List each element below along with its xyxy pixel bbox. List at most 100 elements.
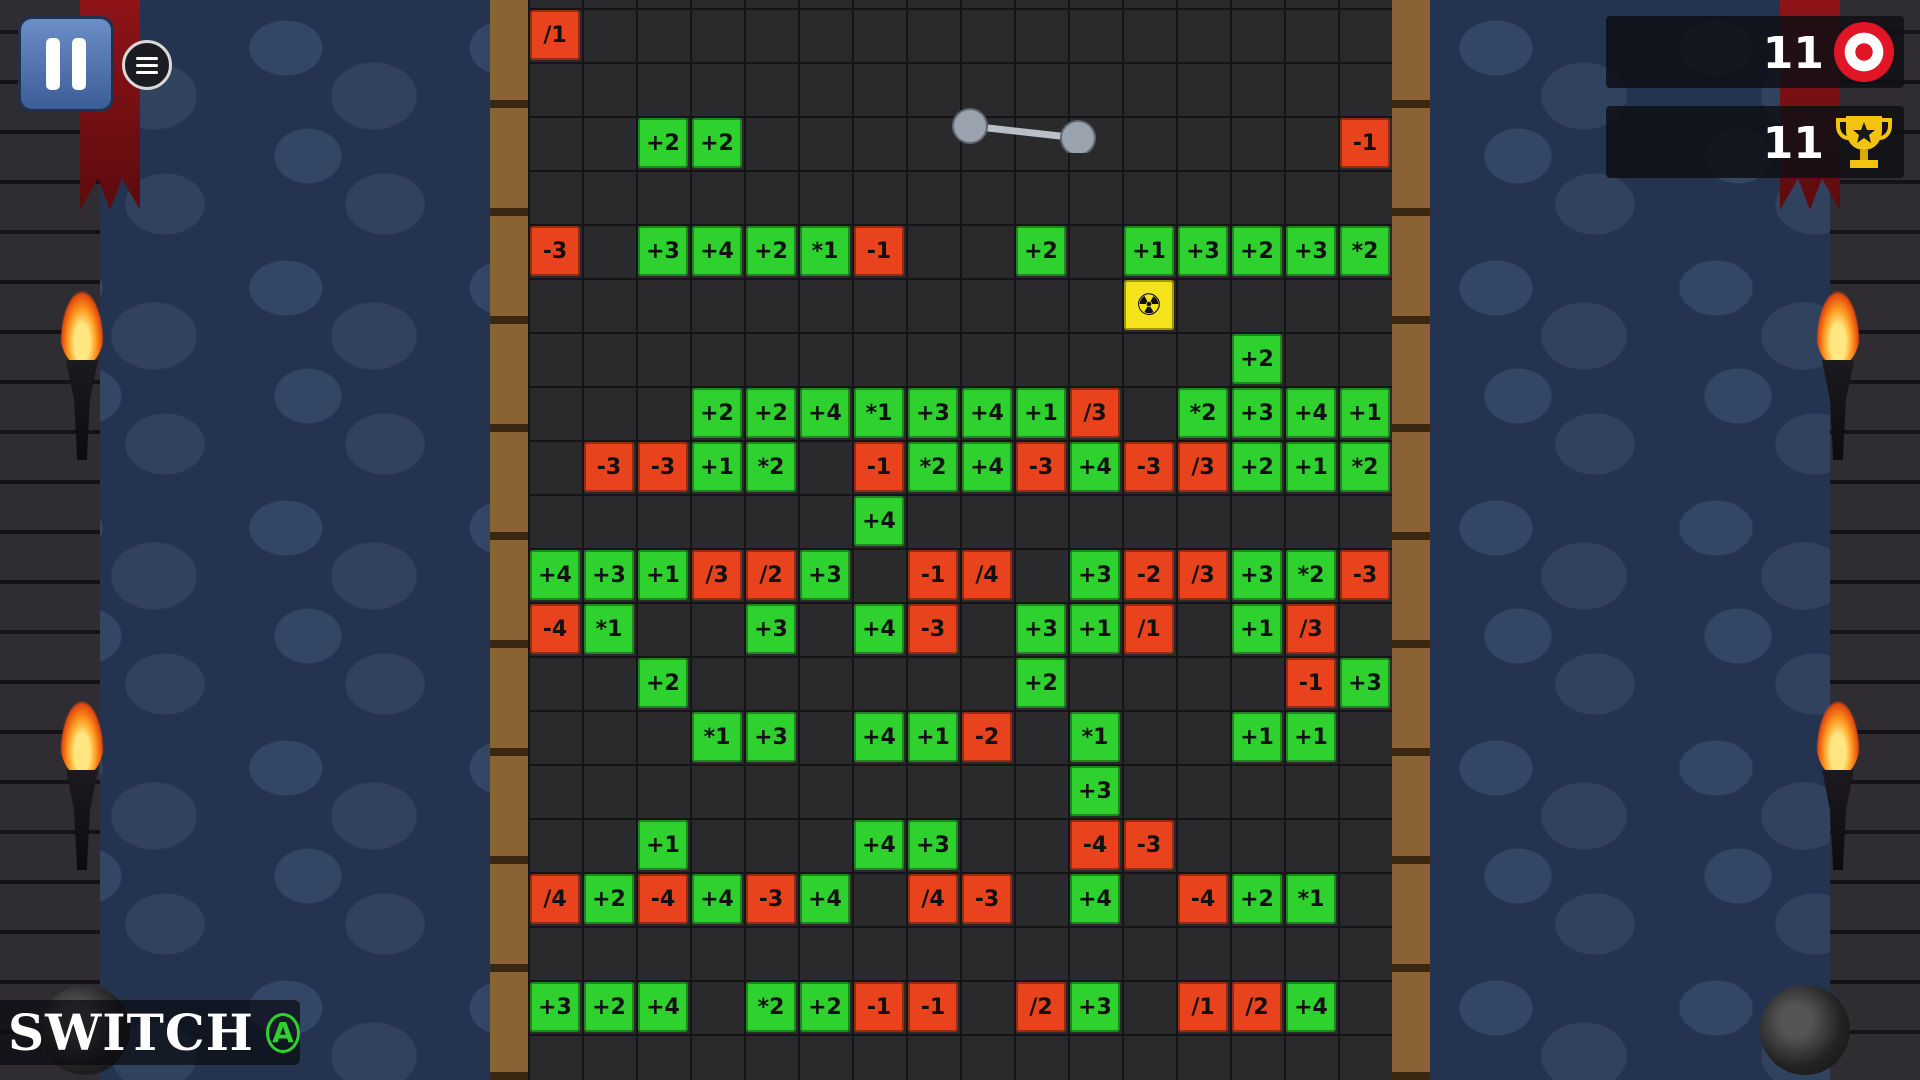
switch-control[interactable]: SWITCH A	[0, 1000, 300, 1065]
wood-pillar-left	[490, 0, 528, 1080]
bonus-tile: +1	[908, 712, 958, 762]
bonus-tile: +4	[962, 388, 1012, 438]
a-button-icon: A	[265, 1012, 300, 1053]
penalty-tile: -1	[1286, 658, 1336, 708]
bonus-tile: +4	[1286, 982, 1336, 1032]
penalty-tile: -3	[1124, 820, 1174, 870]
hamburger-icon	[136, 56, 158, 60]
penalty-tile: -3	[1340, 550, 1390, 600]
penalty-tile: /4	[908, 874, 958, 924]
penalty-tile: -4	[1178, 874, 1228, 924]
bonus-tile: +1	[1070, 604, 1120, 654]
bonus-tile: +1	[1340, 388, 1390, 438]
bonus-tile: +3	[1340, 658, 1390, 708]
trophy-icon	[1836, 116, 1892, 168]
bonus-tile: +3	[1286, 226, 1336, 276]
bonus-tile: +1	[638, 820, 688, 870]
bonus-tile: +4	[854, 604, 904, 654]
bonus-tile: +4	[1070, 442, 1120, 492]
game-board[interactable]: /1 +2 +2 -1 -3 +3 +4 +2 *1 -1 +2 +1 +3 +2 +3 *2 ☢ +2 +2 +2 +…	[528, 0, 1392, 1080]
bonus-tile: +2	[584, 874, 634, 924]
bonus-tile: +3	[638, 226, 688, 276]
penalty-tile: /3	[1178, 442, 1228, 492]
bonus-tile: *1	[854, 388, 904, 438]
torch-icon	[52, 700, 112, 870]
bonus-tile: +2	[692, 118, 742, 168]
bonus-tile: +3	[908, 388, 958, 438]
penalty-tile: /1	[530, 10, 580, 60]
bonus-tile: +2	[746, 226, 796, 276]
penalty-tile: -4	[1070, 820, 1120, 870]
bonus-tile: +2	[638, 658, 688, 708]
penalty-tile: -3	[1016, 442, 1066, 492]
bonus-tile: +4	[638, 982, 688, 1032]
bonus-tile: +2	[746, 388, 796, 438]
bonus-tile: +4	[854, 712, 904, 762]
bonus-tile: +1	[1286, 712, 1336, 762]
bonus-tile: +1	[1124, 226, 1174, 276]
bonus-tile: +3	[1016, 604, 1066, 654]
penalty-tile: -3	[746, 874, 796, 924]
penalty-tile: -3	[962, 874, 1012, 924]
radiation-hazard-tile: ☢	[1124, 280, 1174, 330]
best-score-value: 11	[1762, 118, 1824, 169]
bonus-tile: +2	[638, 118, 688, 168]
penalty-tile: -1	[854, 442, 904, 492]
penalty-tile: /3	[692, 550, 742, 600]
penalty-tile: /4	[530, 874, 580, 924]
penalty-tile: -3	[1124, 442, 1174, 492]
penalty-tile: -4	[638, 874, 688, 924]
bonus-tile: *2	[746, 442, 796, 492]
bonus-tile: +4	[692, 226, 742, 276]
penalty-tile: -2	[1124, 550, 1174, 600]
target-score-value: 11	[1762, 28, 1824, 79]
bonus-tile: +1	[1286, 442, 1336, 492]
bonus-tile: +3	[746, 712, 796, 762]
bonus-tile: *2	[908, 442, 958, 492]
penalty-tile: /3	[1070, 388, 1120, 438]
bonus-tile: +4	[530, 550, 580, 600]
penalty-tile: -3	[638, 442, 688, 492]
bonus-tile: +2	[1016, 226, 1066, 276]
bonus-tile: *1	[800, 226, 850, 276]
penalty-tile: /2	[1016, 982, 1066, 1032]
bonus-tile: +3	[1178, 226, 1228, 276]
bonus-tile: +3	[800, 550, 850, 600]
bonus-tile: +3	[746, 604, 796, 654]
bonus-tile: +1	[692, 442, 742, 492]
penalty-tile: /2	[1232, 982, 1282, 1032]
bonus-tile: +2	[1232, 334, 1282, 384]
bonus-tile: +2	[1016, 658, 1066, 708]
bonus-tile: +2	[1232, 874, 1282, 924]
wood-pillar-right	[1392, 0, 1430, 1080]
bonus-tile: +3	[1070, 550, 1120, 600]
bonus-tile: *2	[1340, 226, 1390, 276]
penalty-tile: /1	[1124, 604, 1174, 654]
menu-button[interactable]	[122, 40, 172, 90]
pause-button[interactable]	[18, 16, 114, 112]
penalty-tile: -2	[962, 712, 1012, 762]
penalty-tile: /2	[746, 550, 796, 600]
bonus-tile: +2	[800, 982, 850, 1032]
pause-icon	[46, 38, 60, 90]
best-score-panel: 11	[1606, 106, 1904, 178]
bonus-tile: +1	[638, 550, 688, 600]
spiked-barbell-icon	[952, 108, 1096, 153]
bonus-tile: +2	[584, 982, 634, 1032]
bonus-tile: +4	[854, 496, 904, 546]
bonus-tile: +4	[692, 874, 742, 924]
penalty-tile: /4	[962, 550, 1012, 600]
bonus-tile: +2	[1232, 226, 1282, 276]
penalty-tile: -1	[854, 982, 904, 1032]
torch-icon	[1808, 290, 1868, 460]
penalty-tile: -3	[908, 604, 958, 654]
bonus-tile: +1	[1232, 712, 1282, 762]
bonus-tile: +4	[800, 874, 850, 924]
bonus-tile: *1	[1286, 874, 1336, 924]
bonus-tile: *2	[746, 982, 796, 1032]
bonus-tile: +4	[1070, 874, 1120, 924]
bonus-tile: +3	[584, 550, 634, 600]
target-score-panel: 11	[1606, 16, 1904, 88]
penalty-tile: -4	[530, 604, 580, 654]
switch-label: SWITCH	[8, 1003, 254, 1062]
